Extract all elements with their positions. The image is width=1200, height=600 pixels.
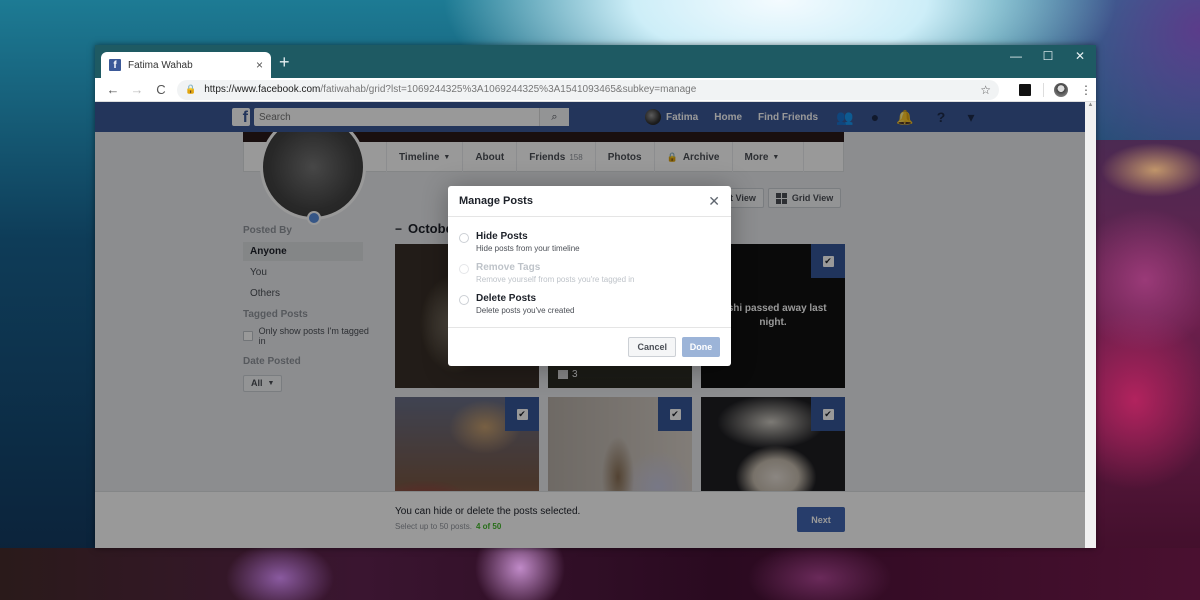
radio-button xyxy=(459,264,469,274)
reload-button[interactable]: C xyxy=(149,82,173,97)
browser-menu-icon[interactable]: ⋮ xyxy=(1080,83,1092,97)
bookmark-star-icon[interactable]: ☆ xyxy=(980,83,991,97)
done-button[interactable]: Done xyxy=(682,336,720,357)
dialog-title: Manage Posts xyxy=(459,195,533,207)
radio-button[interactable] xyxy=(459,295,469,305)
close-window-button[interactable]: ✕ xyxy=(1064,45,1096,67)
browser-titlebar: f Fatima Wahab × + — ☐ ✕ xyxy=(95,45,1096,78)
url-host: https://www.facebook.com xyxy=(204,84,321,95)
option-remove-tags: Remove Tags Remove yourself from posts y… xyxy=(459,262,720,285)
page-scrollbar[interactable]: ▲ xyxy=(1085,102,1096,548)
url-path: /fatiwahab/grid?lst=1069244325%3A1069244… xyxy=(320,84,697,95)
maximize-button[interactable]: ☐ xyxy=(1032,45,1064,67)
option-description: Hide posts from your timeline xyxy=(476,244,580,253)
option-title: Delete Posts xyxy=(476,293,537,304)
close-icon[interactable]: ✕ xyxy=(708,193,720,210)
desktop-wallpaper-right xyxy=(1095,140,1200,600)
browser-window: f Fatima Wahab × + — ☐ ✕ ← → C 🔒 https:/… xyxy=(95,45,1096,548)
scroll-up-icon[interactable]: ▲ xyxy=(1085,102,1096,108)
browser-toolbar: ← → C 🔒 https://www.facebook.com/fatiwah… xyxy=(95,78,1096,102)
new-tab-button[interactable]: + xyxy=(279,53,290,71)
browser-profile-avatar-icon[interactable] xyxy=(1054,82,1068,97)
desktop-wallpaper-bottom xyxy=(0,548,1200,600)
cancel-button[interactable]: Cancel xyxy=(628,336,676,357)
minimize-button[interactable]: — xyxy=(1000,45,1032,67)
dialog-body: Hide Posts Hide posts from your timeline… xyxy=(448,217,731,328)
manage-posts-dialog: Manage Posts ✕ Hide Posts Hide posts fro… xyxy=(448,186,731,366)
option-description: Remove yourself from posts you're tagged… xyxy=(476,275,635,284)
dialog-header: Manage Posts ✕ xyxy=(448,186,731,217)
address-bar[interactable]: 🔒 https://www.facebook.com/fatiwahab/gri… xyxy=(177,79,999,100)
toolbar-divider xyxy=(1043,82,1044,97)
back-button[interactable]: ← xyxy=(101,82,125,97)
extension-icon[interactable] xyxy=(1019,83,1031,96)
option-title: Remove Tags xyxy=(476,262,541,273)
window-controls: — ☐ ✕ xyxy=(1000,45,1096,67)
option-description: Delete posts you've created xyxy=(476,306,575,315)
option-title: Hide Posts xyxy=(476,231,528,242)
tab-close-icon[interactable]: × xyxy=(256,58,263,72)
lock-icon: 🔒 xyxy=(185,84,197,94)
tab-title: Fatima Wahab xyxy=(128,59,193,71)
forward-button[interactable]: → xyxy=(125,82,149,97)
option-hide-posts[interactable]: Hide Posts Hide posts from your timeline xyxy=(459,231,720,254)
browser-tab[interactable]: f Fatima Wahab × xyxy=(101,52,271,78)
dialog-footer: Cancel Done xyxy=(448,328,731,365)
option-delete-posts[interactable]: Delete Posts Delete posts you've created xyxy=(459,293,720,316)
facebook-favicon-icon: f xyxy=(109,59,121,71)
facebook-page: f ⌕ Fatima Home Find Friends 👥 ● 🔔 ? ▾ xyxy=(95,102,1085,548)
radio-button[interactable] xyxy=(459,233,469,243)
